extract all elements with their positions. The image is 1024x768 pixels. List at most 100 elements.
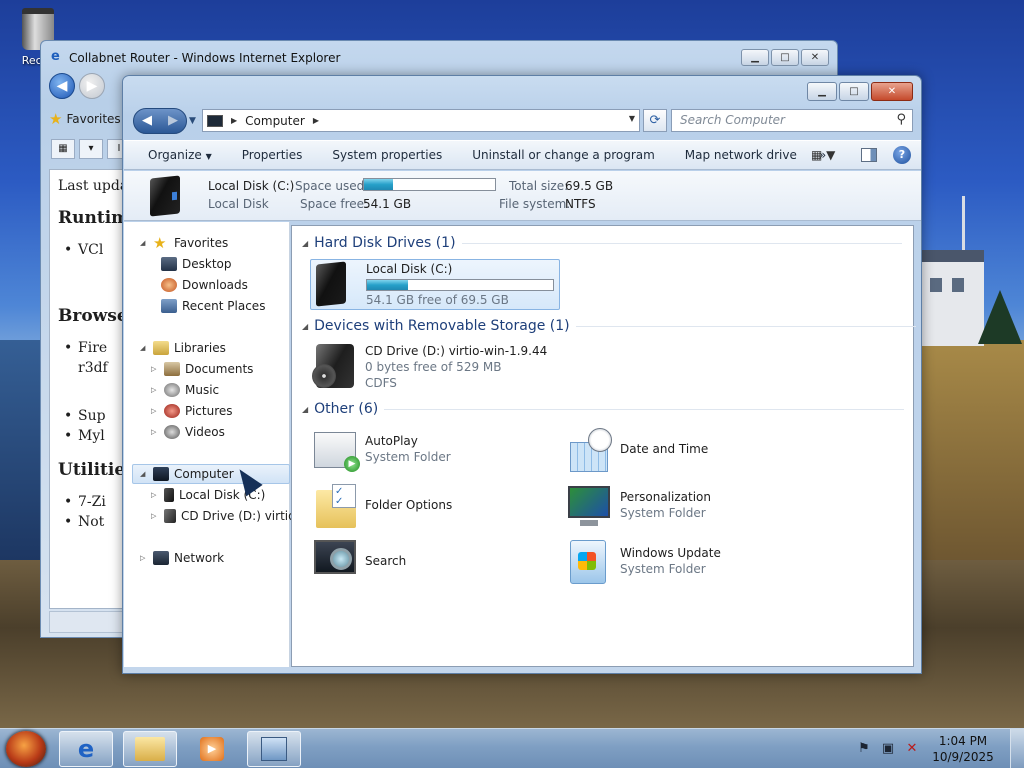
breadcrumb-arrow-icon[interactable]: ▶ (231, 116, 237, 125)
expand-arrow-icon[interactable]: ◢ (140, 344, 148, 352)
nav-computer[interactable]: ◢ Computer (140, 467, 234, 481)
start-button[interactable] (6, 731, 46, 767)
nav-desktop[interactable]: Desktop (161, 257, 232, 271)
ie-close-button[interactable]: ✕ (801, 49, 829, 66)
collapse-arrow-icon[interactable]: ▷ (140, 554, 148, 562)
recent-pages-dropdown[interactable]: ▼ (189, 116, 196, 126)
network-status-icon[interactable]: ▣ (880, 741, 896, 757)
nav-downloads[interactable]: Downloads (161, 278, 248, 292)
preview-pane-icon[interactable] (861, 148, 877, 162)
taskbar-ie-button[interactable]: e (59, 731, 113, 767)
address-bar[interactable]: ▶ Computer ▶ ▼ (202, 109, 640, 132)
folder-icon (135, 737, 165, 761)
nav-recent-places-label: Recent Places (182, 299, 266, 313)
ie-forward-button[interactable]: ▶ (79, 73, 105, 99)
list-item: Not (58, 512, 130, 532)
system-properties-button[interactable]: System properties (312, 148, 452, 162)
properties-button[interactable]: Properties (222, 148, 313, 162)
explorer-maximize-button[interactable]: □ (839, 82, 869, 101)
address-dropdown-icon[interactable]: ▼ (629, 114, 635, 123)
group-hard-disks[interactable]: ◢ Hard Disk Drives (1) (302, 235, 902, 251)
show-desktop-button[interactable] (1010, 729, 1024, 768)
date-and-time-item[interactable]: Date and Time (564, 428, 804, 476)
nav-libraries-label: Libraries (174, 341, 226, 355)
refresh-button[interactable]: ⟳ (643, 109, 667, 132)
ie-favorites-label: Favorites (66, 112, 121, 126)
local-disk-tile[interactable]: Local Disk (C:) 54.1 GB free of 69.5 GB (310, 259, 560, 310)
nav-favorites[interactable]: ◢ ★ Favorites (140, 234, 229, 252)
star-icon: ★ (153, 234, 167, 252)
space-used-label: Space used: (295, 179, 369, 193)
list-item: r3df (78, 360, 108, 376)
action-center-flag-icon[interactable]: ⚑ (856, 741, 872, 757)
collapse-arrow-icon[interactable]: ▷ (151, 407, 159, 415)
space-used-bar (363, 178, 496, 191)
map-network-drive-button[interactable]: Map network drive (665, 148, 807, 162)
collapse-arrow-icon[interactable]: ▷ (151, 386, 159, 394)
collapse-arrow-icon[interactable]: ▷ (151, 365, 159, 373)
wallpaper-tree (978, 290, 1022, 344)
collapse-arrow-icon[interactable]: ▷ (151, 428, 159, 436)
breadcrumb-computer[interactable]: Computer (245, 114, 305, 128)
list-item: Fire (58, 338, 130, 358)
nav-documents[interactable]: ▷ Documents (151, 362, 253, 376)
breadcrumb-arrow-icon[interactable]: ▶ (313, 116, 319, 125)
collapse-group-icon[interactable]: ◢ (302, 239, 308, 248)
autoplay-item[interactable]: ▶ AutoPlay System Folder (310, 428, 550, 476)
windows-update-item[interactable]: Windows Update System Folder (564, 540, 804, 588)
nav-computer-label: Computer (174, 467, 234, 481)
forward-button[interactable]: ▶ (160, 109, 186, 133)
nav-music[interactable]: ▷ Music (151, 383, 219, 397)
nav-favorites-label: Favorites (174, 236, 229, 250)
quick-tabs-icon[interactable]: ▦ (51, 139, 75, 159)
network-app-icon (261, 737, 287, 761)
nav-pictures[interactable]: ▷ Pictures (151, 404, 233, 418)
ie-favorites-button[interactable]: ★ Favorites (49, 107, 129, 131)
space-used-bar-fill (364, 179, 393, 190)
nav-videos[interactable]: ▷ Videos (151, 425, 225, 439)
expand-arrow-icon[interactable]: ◢ (140, 239, 148, 247)
expand-arrow-icon[interactable]: ◢ (140, 470, 148, 478)
ie-logo-icon: e (51, 49, 60, 64)
group-removable[interactable]: ◢ Devices with Removable Storage (1) (302, 318, 916, 334)
explorer-minimize-button[interactable]: ▁ (807, 82, 837, 101)
taskbar-explorer-button[interactable] (123, 731, 177, 767)
ie-back-button[interactable]: ◀ (49, 73, 75, 99)
collapse-arrow-icon[interactable]: ▷ (151, 491, 159, 499)
wallpaper-house (922, 250, 984, 346)
nav-recent-places[interactable]: Recent Places (161, 299, 265, 313)
computer-icon (153, 467, 169, 481)
group-other[interactable]: ◢ Other (6) (302, 401, 905, 417)
organize-button[interactable]: Organize ▼ (124, 148, 222, 162)
nav-libraries[interactable]: ◢ Libraries (140, 341, 226, 355)
taskbar-media-player-button[interactable]: ▶ (185, 731, 239, 767)
volume-muted-icon[interactable]: ✕ (904, 741, 920, 757)
explorer-close-button[interactable]: ✕ (871, 82, 913, 101)
ie-heading-utilities: Utilities (58, 460, 135, 480)
nav-cd-drive[interactable]: ▷ CD Drive (D:) virtio-w (151, 509, 310, 523)
collapse-group-icon[interactable]: ◢ (302, 322, 308, 331)
collapse-arrow-icon[interactable]: ▷ (151, 512, 159, 520)
search-input[interactable]: Search Computer ⚲ (671, 109, 913, 132)
taskbar-network-app-button[interactable] (247, 731, 301, 767)
nav-network[interactable]: ▷ Network (140, 551, 224, 565)
explorer-window[interactable]: ▁ □ ✕ ◀ ▶ ▼ ▶ Computer ▶ ▼ ⟳ Search Comp… (122, 75, 922, 674)
cd-drive-tile[interactable]: CD Drive (D:) virtio-win-1.9.44 0 bytes … (310, 342, 560, 392)
search-item[interactable]: Search (310, 540, 550, 588)
help-icon[interactable]: ? (893, 146, 911, 164)
back-button[interactable]: ◀ (134, 109, 160, 133)
clock[interactable]: 1:04 PM 10/9/2025 (928, 733, 998, 765)
folder-options-item[interactable]: ✓ ✓ Folder Options (310, 484, 550, 532)
change-view-button[interactable]: ▦ ▼ (811, 148, 845, 162)
checklist-icon: ✓ ✓ (332, 484, 356, 508)
file-system-value: NTFS (565, 197, 596, 211)
tab-list-icon[interactable]: ▾ (79, 139, 103, 159)
ie-window-controls: ▁ □ ✕ (741, 49, 829, 66)
uninstall-program-button[interactable]: Uninstall or change a program (452, 148, 665, 162)
collapse-group-icon[interactable]: ◢ (302, 405, 308, 414)
ie-maximize-button[interactable]: □ (771, 49, 799, 66)
documents-icon (164, 362, 180, 376)
personalization-item[interactable]: Personalization System Folder (564, 484, 804, 532)
ie-minimize-button[interactable]: ▁ (741, 49, 769, 66)
hard-drive-icon (150, 175, 180, 217)
